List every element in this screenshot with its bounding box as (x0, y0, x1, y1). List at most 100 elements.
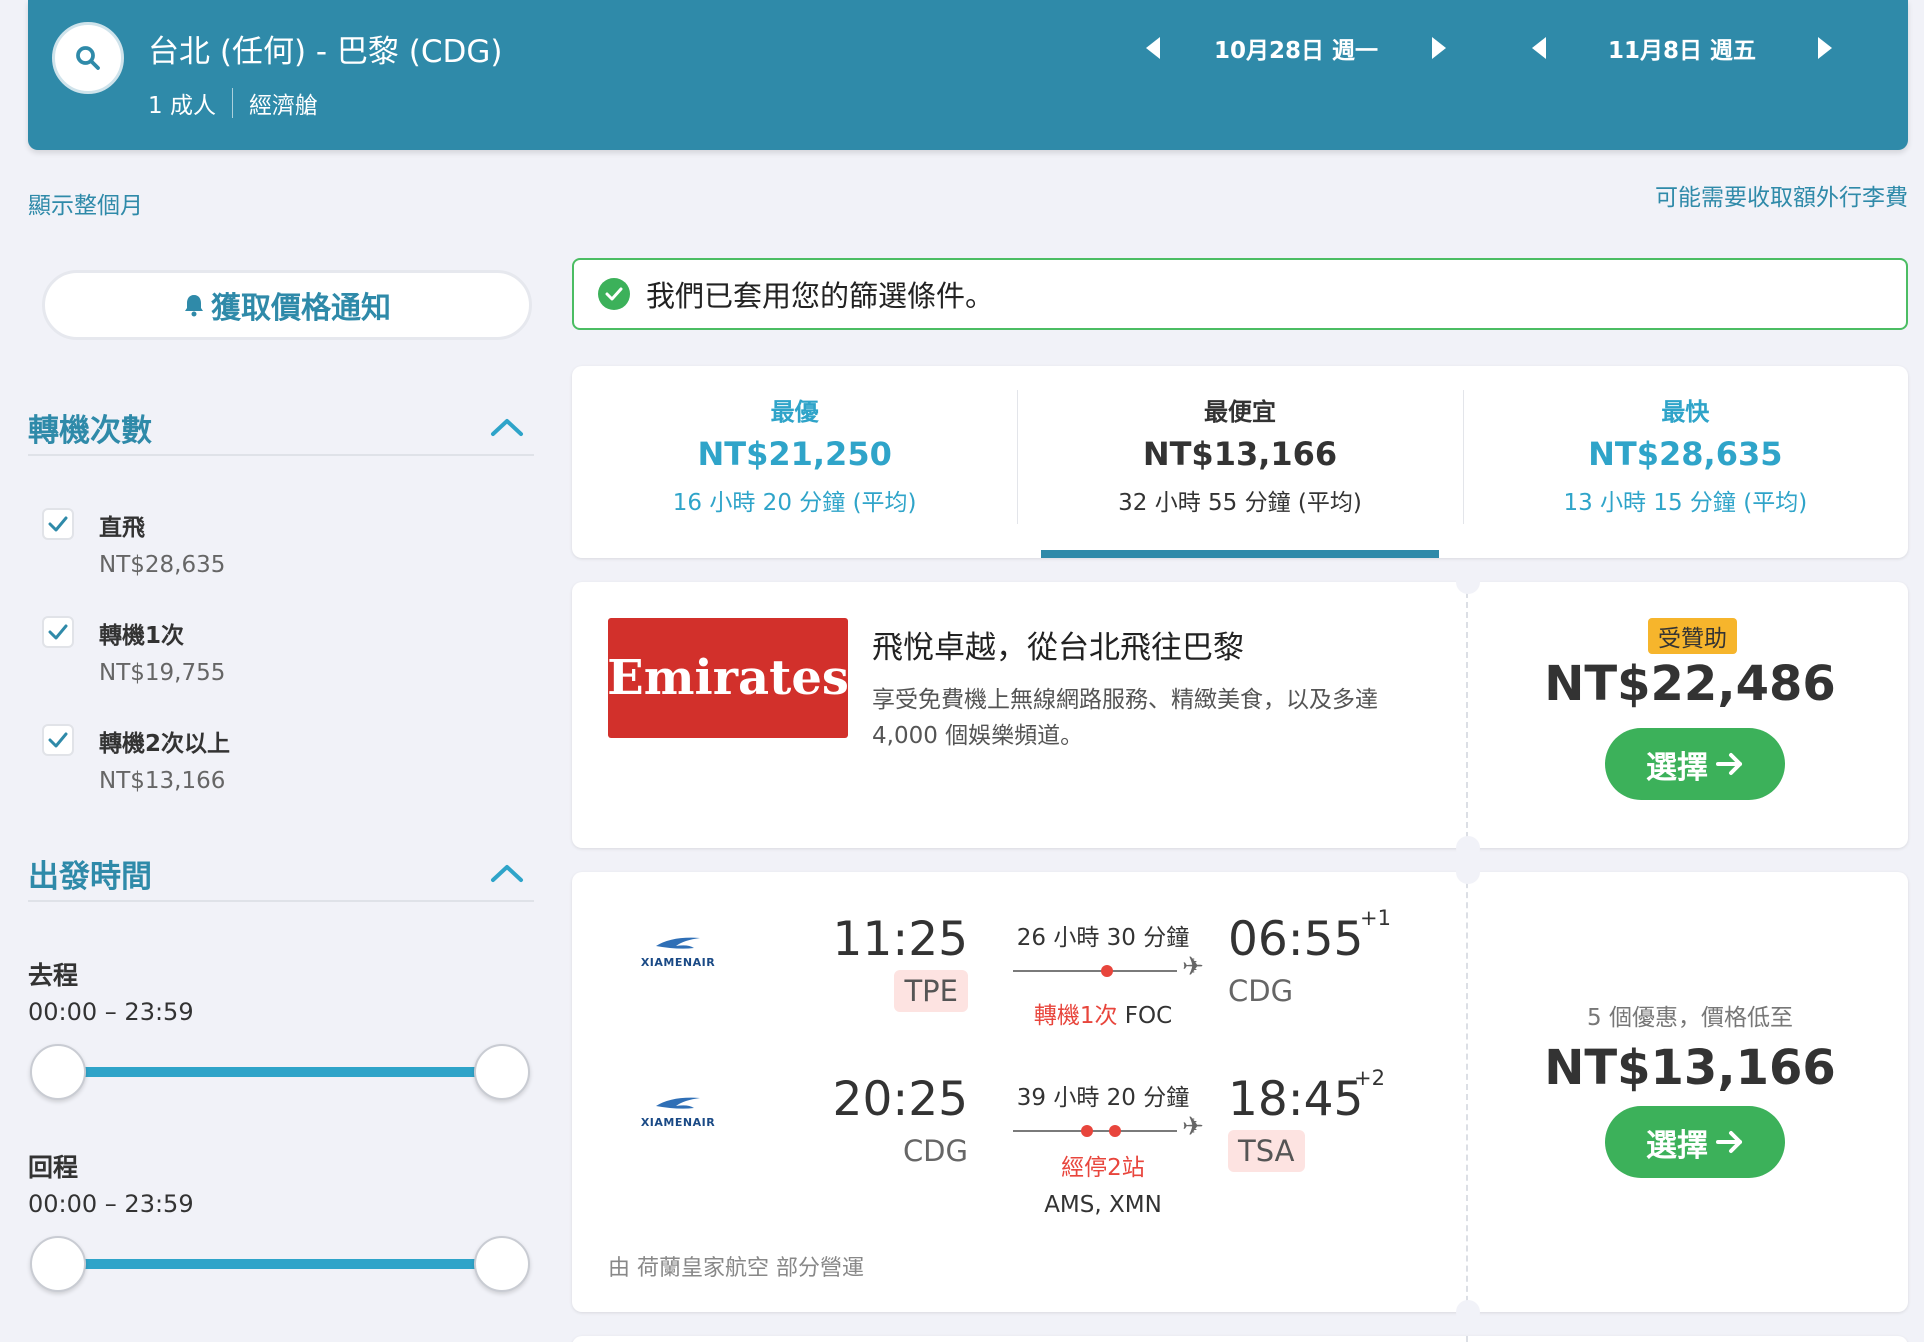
stops-option-price: NT$28,635 (99, 552, 226, 578)
stop-dot (1081, 1125, 1093, 1137)
divider (1466, 582, 1468, 848)
ad-description: 享受免費機上無線網路服務、精緻美食，以及多達 4,000 個娛樂頻道。 (872, 687, 1378, 749)
prev-return-date-button[interactable] (1524, 28, 1554, 68)
xiamen-air-logo: XIAMENAIR (618, 1094, 738, 1138)
stops-filter-title: 轉機次數 (28, 412, 152, 449)
search-icon (76, 46, 100, 70)
triangle-right-icon (1818, 37, 1832, 59)
tab-price: NT$21,250 (697, 435, 892, 473)
stops-option-price: NT$13,166 (99, 768, 226, 794)
stops-option-price: NT$19,755 (99, 660, 226, 686)
return-arrive-airport: TSA (1228, 1130, 1305, 1172)
result-select-button[interactable]: 選擇 (1605, 1106, 1785, 1178)
return-depart-airport: CDG (902, 1134, 968, 1168)
depart-date-picker: 10月28日 週一 (1138, 28, 1454, 68)
return-label: 回程 (28, 1153, 79, 1182)
outbound-time-range: 00:00 – 23:59 (28, 998, 194, 1026)
stops-filter-header[interactable]: 轉機次數 (28, 400, 534, 456)
next-result-card[interactable] (572, 1336, 1908, 1342)
next-depart-date-button[interactable] (1424, 28, 1454, 68)
tab-name: 最便宜 (1203, 398, 1276, 426)
ad-price: NT$22,486 (1544, 656, 1836, 712)
return-slider-max-handle[interactable] (474, 1236, 530, 1292)
stop-dot (1109, 1125, 1121, 1137)
arrow-right-icon (1716, 1131, 1742, 1153)
checkmark-icon (48, 624, 68, 640)
return-stops: 經停2站 (1003, 1148, 1203, 1182)
triangle-left-icon (1146, 37, 1160, 59)
return-date[interactable]: 11月8日 週五 (1582, 31, 1782, 65)
select-label: 選擇 (1646, 1127, 1708, 1164)
checkbox[interactable] (42, 508, 74, 540)
search-button[interactable] (52, 22, 124, 94)
bell-icon (185, 295, 203, 317)
prev-depart-date-button[interactable] (1138, 28, 1168, 68)
departure-time-filter-header[interactable]: 出發時間 (28, 846, 534, 902)
return-arrive-time: 18:45 (1228, 1072, 1364, 1127)
outbound-arrive-time: 06:55 (1228, 912, 1364, 967)
checkmark-icon (48, 516, 68, 532)
next-return-date-button[interactable] (1810, 28, 1840, 68)
traveller-summary[interactable]: 1 成人 經濟艙 (148, 86, 318, 120)
tab-duration: 16 小時 20 分鐘 (平均) (672, 490, 917, 516)
return-date-picker: 11月8日 週五 (1524, 28, 1840, 68)
outbound-day-offset: +1 (1360, 906, 1391, 930)
outbound-time-slider[interactable] (58, 1067, 502, 1077)
tab-name: 最快 (1661, 398, 1710, 426)
chevron-up-icon[interactable] (490, 417, 524, 437)
checkbox[interactable] (42, 616, 74, 648)
tab-duration: 32 小時 55 分鐘 (平均) (1118, 490, 1362, 516)
outbound-slider-min-handle[interactable] (30, 1044, 86, 1100)
stops-count: 經停2站 (1061, 1155, 1145, 1181)
ticket-notch (1456, 1300, 1480, 1324)
tab-price: NT$13,166 (1142, 435, 1338, 473)
tab-price: NT$28,635 (1588, 435, 1783, 473)
tab-cheapest[interactable]: 最便宜 NT$13,166 32 小時 55 分鐘 (平均) (1017, 366, 1462, 558)
stops-option-label: 直飛 (99, 515, 145, 541)
check-circle-icon (598, 278, 630, 310)
outbound-depart-time: 11:25 (832, 912, 968, 967)
return-day-offset: +2 (1354, 1066, 1385, 1090)
operated-by-note: 由 荷蘭皇家航空 部分營運 (608, 1256, 864, 1281)
return-route-line (1013, 1125, 1177, 1137)
flight-result-card[interactable]: XIAMENAIR 11:25 TPE 26 小時 30 分鐘 ✈ 轉機1次 F… (572, 860, 1908, 1324)
outbound-slider-max-handle[interactable] (474, 1044, 530, 1100)
triangle-right-icon (1432, 37, 1446, 59)
tab-duration: 13 小時 15 分鐘 (平均) (1563, 490, 1808, 516)
tab-fastest[interactable]: 最快 NT$28,635 13 小時 15 分鐘 (平均) (1462, 366, 1908, 558)
ad-select-button[interactable]: 選擇 (1605, 728, 1785, 800)
return-time-range: 00:00 – 23:59 (28, 1190, 194, 1218)
chevron-up-icon[interactable] (490, 863, 524, 883)
sponsored-badge: 受贊助 (1648, 618, 1737, 654)
xiamen-air-bird-icon (656, 1097, 700, 1109)
return-slider-min-handle[interactable] (30, 1236, 86, 1292)
sponsored-result-card[interactable]: Emirates 飛悅卓越，從台北飛往巴黎 享受免費機上無線網路服務、精緻美食，… (572, 570, 1908, 860)
ticket-notch (1456, 860, 1480, 884)
divider (231, 88, 233, 118)
outbound-stops: 轉機1次 FOC (1003, 996, 1203, 1030)
tab-best[interactable]: 最優 NT$21,250 16 小時 20 分鐘 (平均) (572, 366, 1017, 558)
emirates-logo: Emirates (607, 618, 849, 738)
stops-via: AMS, XMN (1044, 1192, 1162, 1218)
filter-applied-notice: 我們已套用您的篩選條件。 (572, 258, 1908, 330)
route-title[interactable]: 台北 (任何) - 巴黎 (CDG) (148, 26, 503, 71)
stop-dot (1101, 965, 1113, 977)
xiamen-air-logo: XIAMENAIR (618, 934, 738, 978)
stops-count: 轉機1次 (1033, 1003, 1118, 1029)
stops-option-label: 轉機2次以上 (99, 731, 231, 757)
plane-icon: ✈ (1182, 952, 1204, 982)
show-month-link[interactable]: 顯示整個月 (28, 186, 143, 220)
return-stops-via: AMS, XMN (1003, 1192, 1203, 1218)
checkbox[interactable] (42, 724, 74, 756)
stops-option-label: 轉機1次 (99, 623, 185, 649)
return-time-slider[interactable] (58, 1259, 502, 1269)
depart-date[interactable]: 10月28日 週一 (1196, 31, 1396, 65)
deals-count: 5 個優惠，價格低至 (1587, 1005, 1793, 1031)
divider (1466, 1336, 1468, 1342)
outbound-arrive-airport: CDG (1228, 974, 1294, 1008)
baggage-fee-link[interactable]: 可能需要收取額外行李費 (1655, 178, 1908, 212)
checkmark-icon (48, 732, 68, 748)
select-label: 選擇 (1646, 749, 1708, 786)
price-alert-button[interactable]: 獲取價格通知 (42, 270, 532, 340)
outbound-duration: 26 小時 30 分鐘 (1016, 925, 1190, 951)
